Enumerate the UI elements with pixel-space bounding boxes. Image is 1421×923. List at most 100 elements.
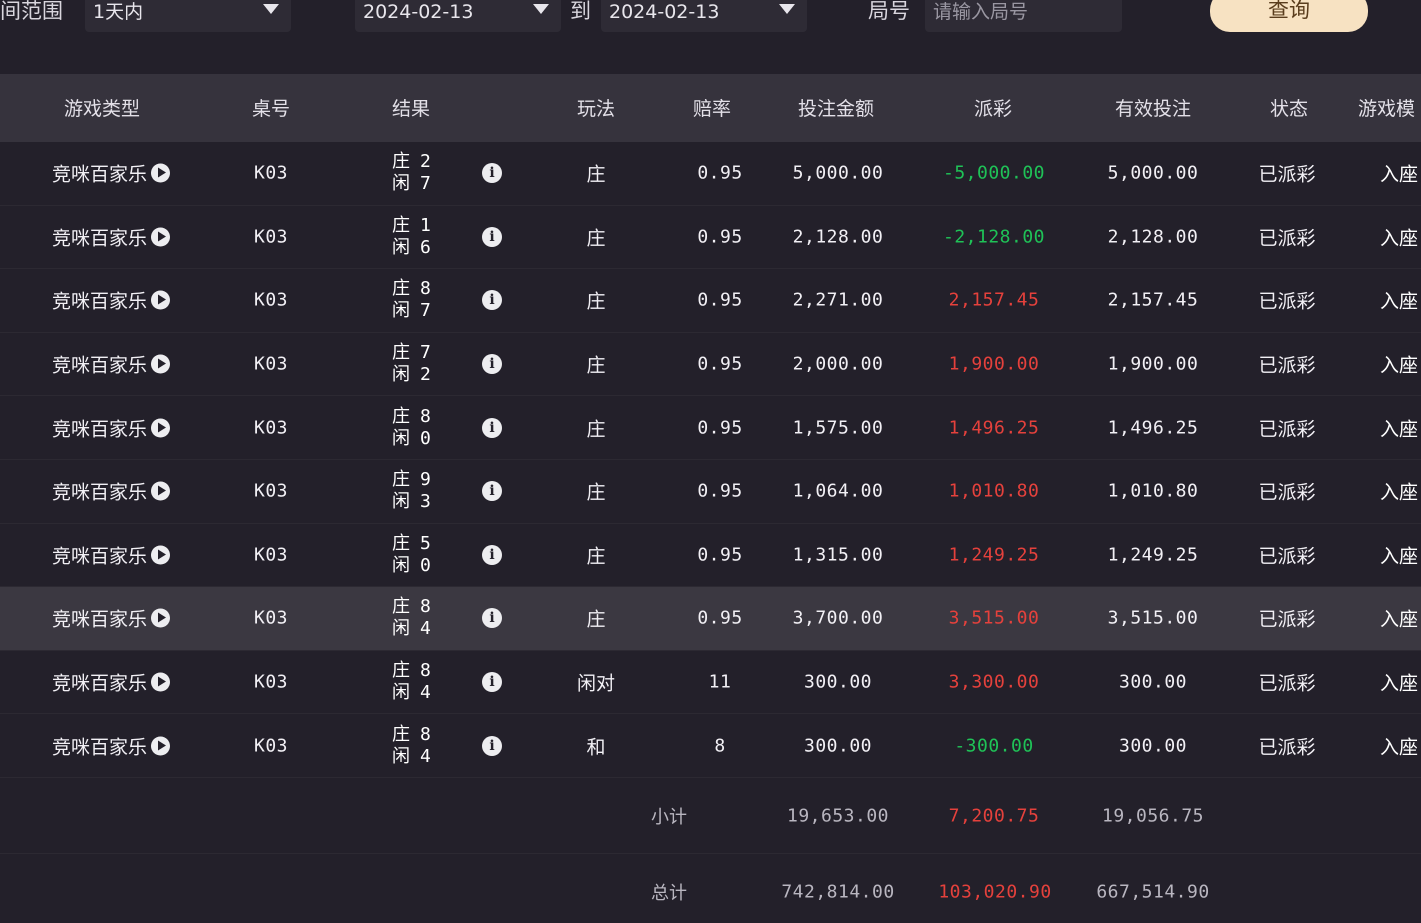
result-cell: 庄8闲7	[392, 278, 431, 322]
banker-points: 8	[420, 723, 431, 745]
table-no-cell: K03	[253, 480, 289, 502]
player-label: 闲	[392, 745, 410, 767]
bet-amount-cell: 5,000.00	[792, 162, 884, 184]
game-type-cell[interactable]: 竞咪百家乐	[52, 732, 171, 759]
play-cell: 庄	[586, 418, 606, 441]
play-cell: 庄	[586, 290, 606, 313]
game-type-cell[interactable]: 竞咪百家乐	[51, 160, 171, 187]
payout-cell: 1,900.00	[948, 353, 1040, 375]
subtotal-row: 小计 19,653.00 7,200.75 19,056.75	[0, 778, 1421, 854]
payout-cell: -5,000.00	[942, 162, 1046, 184]
valid-bet-cell: 2,128.00	[1107, 226, 1199, 248]
to-label: 到	[570, 0, 591, 23]
info-icon[interactable]: i	[482, 481, 502, 502]
play-icon[interactable]	[151, 736, 171, 756]
table-row[interactable]: 竞咪百家乐 K03 庄 2 闲 7 i 庄 0.95 5,000.00 -5,000.00 5,000…	[0, 142, 1421, 206]
query-button[interactable]: 查询	[1210, 0, 1368, 32]
table-no-cell: K03	[253, 289, 289, 311]
play-icon[interactable]	[151, 163, 171, 183]
game-type-label: 竞咪百家乐	[51, 227, 148, 250]
info-icon[interactable]: i	[482, 354, 502, 375]
play-icon[interactable]	[151, 354, 171, 374]
game-mode-cell: 入座	[1380, 354, 1419, 377]
header-status: 状态	[1269, 98, 1309, 120]
game-type-cell[interactable]: 竞咪百家乐	[52, 478, 171, 505]
odds-cell: 0.95	[697, 607, 743, 629]
game-mode-cell: 入座	[1380, 736, 1419, 759]
table-row[interactable]: 竞咪百家乐 K03 庄 5 闲 0 i 庄 0.95 1,315.00 1,249.25 1,249.…	[0, 524, 1421, 588]
table-row[interactable]: 竞咪百家乐 K03 庄 8 闲 4 i 闲对 11 300.00 3,300.00 300.00 已派彩…	[0, 651, 1421, 715]
game-type-cell[interactable]: 竞咪百家乐	[51, 414, 171, 441]
table-row[interactable]: 竞咪百家乐 K03 庄 9 闲 3 i 庄 0.95 1,064.00 1,010.80 1,010.…	[0, 460, 1421, 524]
time-range-select[interactable]: 1天内	[85, 0, 291, 32]
table-row[interactable]: 竞咪百家乐 K03 庄 8 闲 0 i 庄 0.95 1,575.00 1,496.25 1,496.…	[0, 396, 1421, 460]
game-mode-cell: 入座	[1380, 290, 1419, 313]
play-icon[interactable]	[151, 290, 171, 310]
play-icon[interactable]	[151, 672, 171, 692]
payout-cell: 1,010.80	[948, 480, 1040, 502]
banker-points: 1	[420, 214, 431, 236]
odds-cell: 0.95	[697, 417, 743, 439]
game-type-label: 竞咪百家乐	[51, 163, 148, 186]
info-icon[interactable]: i	[482, 672, 502, 693]
play-icon[interactable]	[151, 608, 171, 628]
result-cell: 庄8闲4	[392, 660, 431, 704]
game-type-label: 竞咪百家乐	[51, 418, 148, 441]
info-icon[interactable]: i	[482, 735, 502, 756]
banker-label: 庄	[392, 596, 410, 618]
banker-label: 庄	[392, 342, 410, 364]
subtotal-payout: 7,200.75	[948, 805, 1040, 826]
round-number-input[interactable]: 请输入局号	[925, 0, 1122, 32]
info-icon[interactable]: i	[482, 226, 502, 247]
banker-label: 庄	[392, 214, 410, 236]
header-game-type: 游戏类型	[63, 98, 141, 120]
game-type-cell[interactable]: 竞咪百家乐	[52, 605, 171, 632]
valid-bet-cell: 2,157.45	[1107, 289, 1199, 311]
player-label: 闲	[392, 682, 410, 704]
header-bet-amount: 投注金额	[797, 98, 875, 120]
subtotal-valid: 19,056.75	[1101, 805, 1205, 826]
play-icon[interactable]	[151, 227, 171, 247]
game-type-cell[interactable]: 竞咪百家乐	[51, 541, 171, 568]
payout-cell: 1,496.25	[948, 417, 1040, 439]
game-type-label: 竞咪百家乐	[51, 545, 148, 568]
table-row[interactable]: 竞咪百家乐 K03 庄 7 闲 2 i 庄 0.95 2,000.00 1,900.00 1,900.…	[0, 333, 1421, 397]
play-cell: 和	[586, 736, 606, 759]
info-icon[interactable]: i	[482, 163, 502, 184]
player-points: 4	[420, 682, 431, 704]
date-from-select[interactable]: 2024-02-13	[355, 0, 561, 32]
info-icon[interactable]: i	[482, 417, 502, 438]
header-result: 结果	[391, 98, 431, 120]
game-mode-cell: 入座	[1380, 481, 1419, 504]
valid-bet-cell: 5,000.00	[1107, 162, 1199, 184]
valid-bet-cell: 1,010.80	[1107, 480, 1199, 502]
play-icon[interactable]	[151, 545, 171, 565]
chevron-down-icon	[263, 4, 279, 14]
table-no-cell: K03	[253, 607, 289, 629]
info-icon[interactable]: i	[482, 544, 502, 565]
info-icon[interactable]: i	[482, 290, 502, 311]
game-type-cell[interactable]: 竞咪百家乐	[52, 287, 171, 314]
game-mode-cell: 入座	[1380, 672, 1419, 695]
odds-cell: 11	[708, 671, 732, 693]
date-to-select[interactable]: 2024-02-13	[601, 0, 807, 32]
play-icon[interactable]	[151, 418, 171, 438]
bet-history-page: 间范围 1天内 2024-02-13 到 2024-02-13 局号 请输入局号…	[0, 0, 1421, 923]
table-row[interactable]: 竞咪百家乐 K03 庄 1 闲 6 i 庄 0.95 2,128.00 -2,128.00 2,128…	[0, 206, 1421, 270]
table-header: 游戏类型 桌号 结果 玩法 赔率 投注金额 派彩 有效投注 状态 游戏模	[0, 74, 1421, 142]
valid-bet-cell: 300.00	[1118, 671, 1188, 693]
table-row[interactable]: 竞咪百家乐 K03 庄 8 闲 4 i 和 8 300.00 -300.00 300.00 已派彩 入座	[0, 714, 1421, 778]
total-bet: 742,814.00	[781, 881, 895, 903]
game-type-cell[interactable]: 竞咪百家乐	[52, 351, 171, 378]
table-row[interactable]: 竞咪百家乐 K03 庄 8 闲 4 i 庄 0.95 3,700.00 3,515.00 3,515.…	[0, 587, 1421, 651]
game-type-cell[interactable]: 竞咪百家乐	[52, 669, 171, 696]
play-icon[interactable]	[151, 481, 171, 501]
game-type-cell[interactable]: 竞咪百家乐	[51, 223, 171, 250]
bet-amount-cell: 1,315.00	[792, 544, 884, 566]
odds-cell: 0.95	[697, 226, 743, 248]
result-cell: 庄8闲0	[392, 406, 431, 450]
player-points: 4	[420, 745, 431, 767]
table-row[interactable]: 竞咪百家乐 K03 庄 8 闲 7 i 庄 0.95 2,271.00 2,157.45 2,157.…	[0, 269, 1421, 333]
info-icon[interactable]: i	[482, 608, 502, 629]
table-no-cell: K03	[253, 417, 289, 439]
